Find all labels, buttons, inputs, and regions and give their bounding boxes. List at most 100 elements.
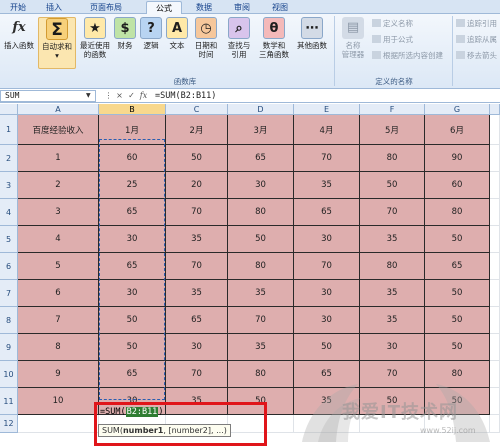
table-cell[interactable]: 50	[99, 307, 166, 334]
table-cell[interactable]: 35	[166, 388, 228, 415]
insert-function-button[interactable]: fx 插入函数	[0, 17, 38, 50]
table-cell[interactable]: 30	[166, 334, 228, 361]
table-cell[interactable]: 10	[18, 388, 99, 415]
table-cell[interactable]: 30	[294, 226, 360, 253]
table-cell[interactable]: 30	[360, 334, 425, 361]
table-cell[interactable]: 35	[228, 280, 294, 307]
table-cell[interactable]: 70	[360, 361, 425, 388]
column-header-f[interactable]: F	[360, 104, 425, 115]
empty-cell[interactable]	[490, 361, 500, 388]
table-cell[interactable]: 20	[166, 172, 228, 199]
table-cell[interactable]: 50	[425, 226, 490, 253]
table-cell[interactable]: 60	[99, 145, 166, 172]
table-cell[interactable]: 9	[18, 361, 99, 388]
table-cell[interactable]: 4	[18, 226, 99, 253]
define-name-button[interactable]: 定义名称	[372, 18, 413, 29]
table-cell[interactable]: 50	[360, 172, 425, 199]
financial-button[interactable]: $ 财务	[114, 17, 136, 50]
table-cell[interactable]: 30	[99, 280, 166, 307]
table-cell[interactable]: 65	[425, 253, 490, 280]
table-cell[interactable]: 35	[166, 226, 228, 253]
table-cell[interactable]: 70	[294, 253, 360, 280]
table-header-cell[interactable]: 2月	[166, 115, 228, 145]
empty-cell[interactable]	[18, 415, 99, 433]
column-header-d[interactable]: D	[228, 104, 294, 115]
empty-cell[interactable]	[490, 415, 500, 433]
table-cell[interactable]: 6	[18, 280, 99, 307]
table-cell[interactable]: 50	[166, 145, 228, 172]
tab-view[interactable]: 视图	[262, 1, 298, 14]
empty-cell[interactable]	[490, 115, 500, 145]
table-cell[interactable]: 3	[18, 199, 99, 226]
cancel-button[interactable]: ×	[114, 91, 125, 101]
table-cell[interactable]: 80	[425, 199, 490, 226]
table-cell[interactable]: 50	[294, 334, 360, 361]
fx-icon[interactable]: fx	[138, 91, 149, 101]
table-cell[interactable]: 2	[18, 172, 99, 199]
column-header-a[interactable]: A	[18, 104, 99, 115]
table-cell[interactable]: 80	[228, 253, 294, 280]
table-cell[interactable]: 35	[228, 334, 294, 361]
table-cell[interactable]: 65	[294, 361, 360, 388]
empty-cell[interactable]	[490, 253, 500, 280]
table-cell[interactable]: 50	[425, 307, 490, 334]
trace-dependents-button[interactable]: 追踪从属	[456, 34, 497, 45]
table-cell[interactable]: 70	[294, 145, 360, 172]
lookup-reference-button[interactable]: ⌕ 查找与 引用	[224, 17, 254, 59]
column-header-b[interactable]: B	[99, 104, 166, 115]
table-cell[interactable]: 80	[360, 253, 425, 280]
trace-precedents-button[interactable]: 追踪引用	[456, 18, 497, 29]
row-header-6[interactable]: 6	[0, 253, 18, 280]
chevron-down-icon[interactable]: ▼	[86, 92, 91, 99]
active-cell-formula[interactable]: =SUM(B2:B11)	[100, 405, 163, 419]
use-in-formula-button[interactable]: 用于公式	[372, 34, 413, 45]
row-header-2[interactable]: 2	[0, 145, 18, 172]
tab-data[interactable]: 数据	[186, 1, 222, 14]
table-cell[interactable]: 35	[360, 226, 425, 253]
table-cell[interactable]: 80	[360, 145, 425, 172]
date-time-button[interactable]: ◷ 日期和 时间	[192, 17, 220, 59]
tab-review[interactable]: 审阅	[224, 1, 260, 14]
row-header-12[interactable]: 12	[0, 415, 18, 433]
empty-cell[interactable]	[490, 307, 500, 334]
table-cell[interactable]: 90	[425, 145, 490, 172]
enter-button[interactable]: ✓	[126, 91, 137, 101]
row-header-3[interactable]: 3	[0, 172, 18, 199]
tab-page-layout[interactable]: 页面布局	[74, 1, 138, 14]
table-cell[interactable]: 70	[360, 199, 425, 226]
table-cell[interactable]: 1	[18, 145, 99, 172]
table-cell[interactable]: 8	[18, 334, 99, 361]
table-cell[interactable]: 50	[425, 334, 490, 361]
formula-input[interactable]: =SUM(B2:B11)	[155, 90, 216, 102]
empty-cell[interactable]	[490, 388, 500, 415]
table-cell[interactable]: 65	[99, 253, 166, 280]
math-trig-button[interactable]: θ 数学和 三角函数	[256, 17, 292, 59]
name-manager-button[interactable]: ▤ 名称 管理器	[336, 17, 370, 59]
table-cell[interactable]: 5	[18, 253, 99, 280]
table-header-cell[interactable]: 3月	[228, 115, 294, 145]
tab-home[interactable]: 开始	[0, 1, 36, 14]
table-cell[interactable]: 65	[166, 307, 228, 334]
empty-cell[interactable]	[490, 280, 500, 307]
table-cell[interactable]: 50	[228, 226, 294, 253]
table-cell[interactable]: 35	[166, 280, 228, 307]
table-cell[interactable]: 35	[294, 172, 360, 199]
table-cell[interactable]: 7	[18, 307, 99, 334]
column-header-g[interactable]: G	[425, 104, 490, 115]
table-cell[interactable]: 80	[228, 361, 294, 388]
table-cell[interactable]: 65	[99, 199, 166, 226]
tab-formulas[interactable]: 公式	[146, 1, 182, 14]
recent-functions-button[interactable]: ★ 最近使用 的函数	[78, 17, 112, 59]
table-cell[interactable]: 80	[425, 361, 490, 388]
table-cell[interactable]: 65	[228, 145, 294, 172]
table-cell[interactable]: 30	[294, 307, 360, 334]
text-button[interactable]: A 文本	[166, 17, 188, 50]
row-header-1[interactable]: 1	[0, 115, 18, 145]
table-cell[interactable]: 35	[360, 280, 425, 307]
table-cell[interactable]: 70	[228, 307, 294, 334]
autosum-button[interactable]: Σ 自动求和 ▾	[38, 17, 76, 69]
table-cell[interactable]: 80	[228, 199, 294, 226]
table-cell[interactable]: 70	[166, 361, 228, 388]
more-functions-button[interactable]: ⋯ 其他函数	[294, 17, 330, 50]
row-header-9[interactable]: 9	[0, 334, 18, 361]
